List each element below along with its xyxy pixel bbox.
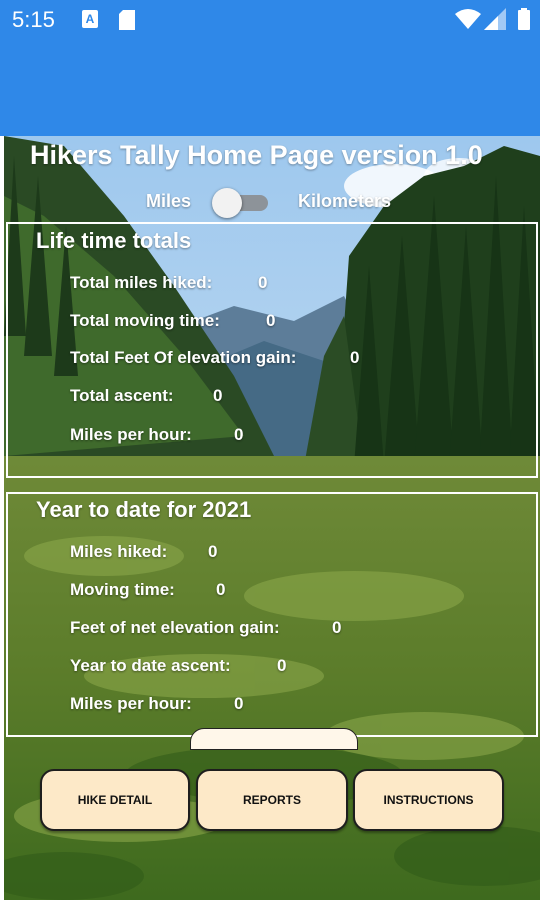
row-label: Miles per hour: [70, 425, 192, 444]
instructions-button[interactable]: INSTRUCTIONS [353, 769, 504, 831]
row-label: Total Feet Of elevation gain: [70, 348, 297, 367]
status-time: 5:15 [12, 7, 55, 32]
switch-thumb[interactable] [212, 188, 242, 218]
kilometers-label: Kilometers [298, 191, 392, 211]
sd-card-icon [119, 10, 135, 30]
page-title: Hikers Tally Home Page version 1.0 [30, 140, 483, 170]
row-value: 0 [234, 694, 244, 713]
app-bar [0, 40, 540, 136]
miles-label: Miles [146, 191, 192, 211]
row-label: Total miles hiked: [70, 273, 213, 292]
ytd-moving-time-row: Moving time: 0 [70, 580, 225, 600]
status-bar: 5:15 A [0, 0, 540, 40]
ytd-ascent-row: Year to date ascent: 0 [70, 656, 286, 676]
a-icon: A [82, 10, 98, 28]
ytd-miles-row: Miles hiked: 0 [70, 542, 217, 562]
ytd-section-title: Year to date for 2021 [36, 497, 252, 522]
ytd-mph-row: Miles per hour: 0 [70, 694, 243, 714]
row-value: 0 [213, 386, 223, 405]
row-label: Feet of net elevation gain: [70, 618, 280, 637]
row-value: 0 [277, 656, 287, 675]
row-label: Moving time: [70, 580, 175, 599]
row-label: Miles per hour: [70, 694, 192, 713]
row-label: Total moving time: [70, 311, 220, 330]
row-label: Year to date ascent: [70, 656, 231, 675]
total-elevation-gain-row: Total Feet Of elevation gain: 0 [70, 348, 359, 368]
lifetime-mph-row: Miles per hour: 0 [70, 425, 243, 445]
ytd-elevation-gain-row: Feet of net elevation gain: 0 [70, 618, 341, 638]
total-miles-row: Total miles hiked: 0 [70, 273, 267, 293]
reports-button[interactable]: REPORTS [196, 769, 348, 831]
total-ascent-row: Total ascent: 0 [70, 386, 222, 406]
total-moving-time-row: Total moving time: 0 [70, 311, 275, 331]
row-value: 0 [216, 580, 226, 599]
wifi-icon [455, 8, 481, 35]
hike-detail-button[interactable]: HIKE DETAIL [40, 769, 190, 831]
lifetime-section-title: Life time totals [36, 228, 192, 253]
units-toggle-switch[interactable] [212, 186, 270, 218]
row-label: Total ascent: [70, 386, 174, 405]
row-value: 0 [266, 311, 276, 330]
row-value: 0 [332, 618, 342, 637]
row-value: 0 [350, 348, 360, 367]
row-value: 0 [234, 425, 244, 444]
partial-tab[interactable] [190, 728, 358, 750]
row-value: 0 [208, 542, 218, 561]
row-label: Miles hiked: [70, 542, 168, 561]
signal-icon [484, 8, 506, 35]
row-value: 0 [258, 273, 268, 292]
battery-icon [518, 8, 530, 35]
